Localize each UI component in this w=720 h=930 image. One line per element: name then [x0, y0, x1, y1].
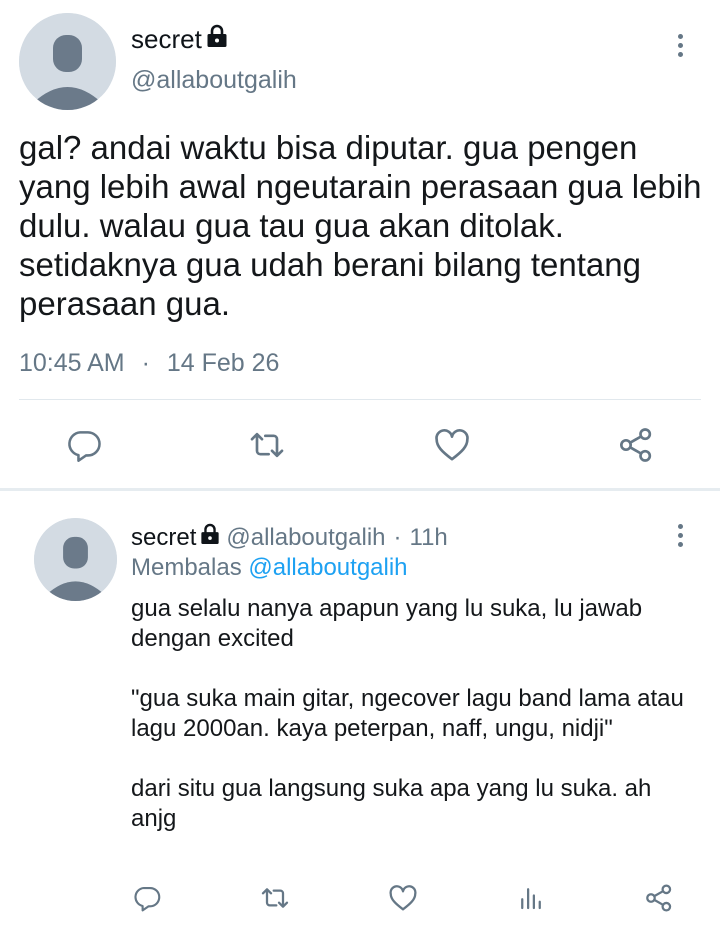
share-button[interactable]: [614, 423, 658, 467]
replying-prefix: Membalas: [131, 554, 242, 581]
reply-icon: [68, 431, 101, 462]
header-separator: ·: [393, 523, 402, 551]
main-tweet: secret @allaboutgalih gal? andai waktu b…: [0, 0, 720, 490]
tweet-date: 14 Feb 26: [166, 349, 280, 377]
timestamp-separator: ·: [141, 349, 150, 377]
author-display-name[interactable]: secret: [131, 24, 202, 55]
share-icon: [620, 428, 652, 462]
share-icon: [646, 884, 672, 912]
retweet-icon: [250, 432, 284, 458]
lock-icon: [206, 24, 228, 55]
like-icon: [435, 429, 469, 461]
share-button[interactable]: [641, 880, 677, 916]
author-handle[interactable]: @allaboutgalih: [226, 524, 385, 552]
retweet-button[interactable]: [245, 423, 289, 467]
tweet-time: 10:45 AM: [19, 349, 125, 377]
tweet-text: gua selalu nanya apapun yang lu suka, lu…: [131, 595, 684, 832]
like-icon: [389, 885, 417, 911]
like-button[interactable]: [430, 423, 474, 467]
analytics-icon: [521, 888, 541, 910]
avatar[interactable]: [34, 518, 117, 601]
retweet-icon: [261, 888, 289, 908]
replying-to-mention[interactable]: @allaboutgalih: [248, 554, 407, 581]
section-separator: [0, 488, 720, 491]
author-name-row[interactable]: secret: [131, 24, 228, 55]
default-avatar-icon: [34, 518, 117, 601]
like-button[interactable]: [385, 880, 421, 916]
default-avatar-icon: [19, 13, 116, 110]
reply-button[interactable]: [129, 880, 165, 916]
reply-button[interactable]: [62, 423, 106, 467]
tweet-text: gal? andai waktu bisa diputar. gua penge…: [19, 129, 711, 322]
divider: [19, 399, 701, 400]
reply-tweet[interactable]: secret @allaboutgalih · 11h Membalas @al…: [0, 492, 720, 930]
relative-time[interactable]: 11h: [410, 524, 448, 552]
analytics-button[interactable]: [513, 880, 549, 916]
replying-to: Membalas @allaboutgalih: [131, 554, 408, 582]
author-handle[interactable]: @allaboutgalih: [131, 66, 297, 95]
more-options-icon[interactable]: [675, 524, 685, 550]
tweet-timestamp[interactable]: 10:45 AM · 14 Feb 26: [19, 349, 279, 378]
avatar[interactable]: [19, 13, 116, 110]
retweet-button[interactable]: [257, 880, 293, 916]
reply-icon: [134, 886, 161, 912]
author-display-name[interactable]: secret: [131, 524, 196, 552]
more-options-icon[interactable]: [675, 34, 685, 60]
lock-icon: [200, 523, 220, 552]
reply-header: secret @allaboutgalih · 11h: [131, 523, 448, 552]
